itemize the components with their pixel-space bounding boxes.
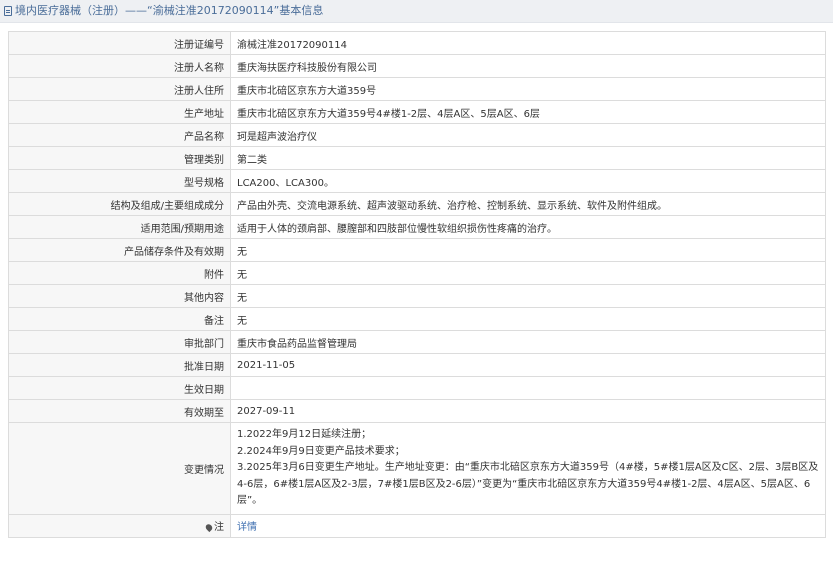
detail-container: 注册证编号 渝械注准20172090114 注册人名称 重庆海扶医疗科技股份有限…	[0, 23, 833, 538]
field-value: 重庆市食品药品监督管理局	[230, 330, 826, 354]
field-value: 详情	[230, 513, 826, 538]
field-label: 型号规格	[8, 169, 231, 193]
details-link[interactable]: 详情	[237, 522, 257, 533]
document-icon	[4, 6, 12, 16]
table-row: 批准日期 2021-11-05	[8, 353, 826, 377]
page-title: 境内医疗器械（注册）——“渝械注准20172090114”基本信息	[15, 4, 324, 17]
change-line: 1.2022年9月12日延续注册；	[237, 429, 372, 440]
field-label: 管理类别	[8, 146, 231, 170]
note-label: 注	[214, 522, 224, 533]
table-row-changes: 变更情况 1.2022年9月12日延续注册； 2.2024年9月9日变更产品技术…	[8, 422, 826, 515]
field-label: 附件	[8, 261, 231, 285]
location-pin-icon	[204, 522, 214, 533]
table-row: 附件 无	[8, 261, 826, 285]
table-row: 结构及组成/主要组成成分 产品由外壳、交流电源系统、超声波驱动系统、治疗枪、控制…	[8, 192, 826, 216]
field-value: 重庆市北碚区京东方大道359号	[230, 77, 826, 101]
table-row: 适用范围/预期用途 适用于人体的颈肩部、腰膣部和四肢部位慢性软组织损伤性疼痛的治…	[8, 215, 826, 239]
field-label: 结构及组成/主要组成成分	[8, 192, 231, 216]
table-row: 管理类别 第二类	[8, 146, 826, 170]
field-value: 产品由外壳、交流电源系统、超声波驱动系统、治疗枪、控制系统、显示系统、软件及附件…	[230, 192, 826, 216]
table-row: 注册人住所 重庆市北碚区京东方大道359号	[8, 77, 826, 101]
field-value: LCA200、LCA300。	[230, 169, 826, 193]
field-label: 备注	[8, 307, 231, 331]
table-row: 产品名称 珂是超声波治疗仪	[8, 123, 826, 147]
field-label: 适用范围/预期用途	[8, 215, 231, 239]
field-value: 珂是超声波治疗仪	[230, 123, 826, 147]
table-row: 有效期至 2027-09-11	[8, 399, 826, 423]
field-value: 无	[230, 261, 826, 285]
field-value: 重庆海扶医疗科技股份有限公司	[230, 54, 826, 78]
field-label: 生效日期	[8, 376, 231, 400]
table-row: 生效日期	[8, 376, 826, 400]
field-value: 无	[230, 238, 826, 262]
table-row: 审批部门 重庆市食品药品监督管理局	[8, 330, 826, 354]
table-row: 生产地址 重庆市北碚区京东方大道359号4#楼1-2层、4层A区、5层A区、6层	[8, 100, 826, 124]
field-value: 第二类	[230, 146, 826, 170]
table-row: 型号规格 LCA200、LCA300。	[8, 169, 826, 193]
field-label: 生产地址	[8, 100, 231, 124]
field-label: 注册人住所	[8, 77, 231, 101]
field-label: 变更情况	[8, 422, 231, 515]
field-value: 无	[230, 307, 826, 331]
field-value: 无	[230, 284, 826, 308]
table-row: 注册人名称 重庆海扶医疗科技股份有限公司	[8, 54, 826, 78]
table-row: 产品储存条件及有效期 无	[8, 238, 826, 262]
table-row-note: 注 详情	[8, 513, 826, 538]
field-label: 批准日期	[8, 353, 231, 377]
change-line: 2.2024年9月9日变更产品技术要求；	[237, 445, 405, 457]
field-label: 产品储存条件及有效期	[8, 238, 231, 262]
field-label: 注册人名称	[8, 54, 231, 78]
table-row: 备注 无	[8, 307, 826, 331]
table-row: 其他内容 无	[8, 284, 826, 308]
changes-value: 1.2022年9月12日延续注册； 2.2024年9月9日变更产品技术要求； 3…	[230, 422, 826, 515]
field-label: 产品名称	[8, 123, 231, 147]
field-value: 2027-09-11	[230, 399, 826, 423]
page-header: 境内医疗器械（注册）——“渝械注准20172090114”基本信息	[0, 0, 833, 23]
field-label: 注	[8, 513, 231, 538]
field-label: 有效期至	[8, 399, 231, 423]
field-label: 注册证编号	[8, 31, 231, 55]
field-value: 渝械注准20172090114	[230, 31, 826, 55]
field-value: 2021-11-05	[230, 353, 826, 377]
field-value	[230, 376, 826, 400]
change-line: 3.2025年3月6日变更生产地址。生产地址变更：由“重庆市北碚区京东方大道35…	[237, 462, 819, 506]
table-row: 注册证编号 渝械注准20172090114	[8, 31, 826, 55]
info-table: 注册证编号 渝械注准20172090114 注册人名称 重庆海扶医疗科技股份有限…	[8, 31, 826, 538]
field-value: 适用于人体的颈肩部、腰膣部和四肢部位慢性软组织损伤性疼痛的治疗。	[230, 215, 826, 239]
field-value: 重庆市北碚区京东方大道359号4#楼1-2层、4层A区、5层A区、6层	[230, 100, 826, 124]
field-label: 其他内容	[8, 284, 231, 308]
field-label: 审批部门	[8, 330, 231, 354]
